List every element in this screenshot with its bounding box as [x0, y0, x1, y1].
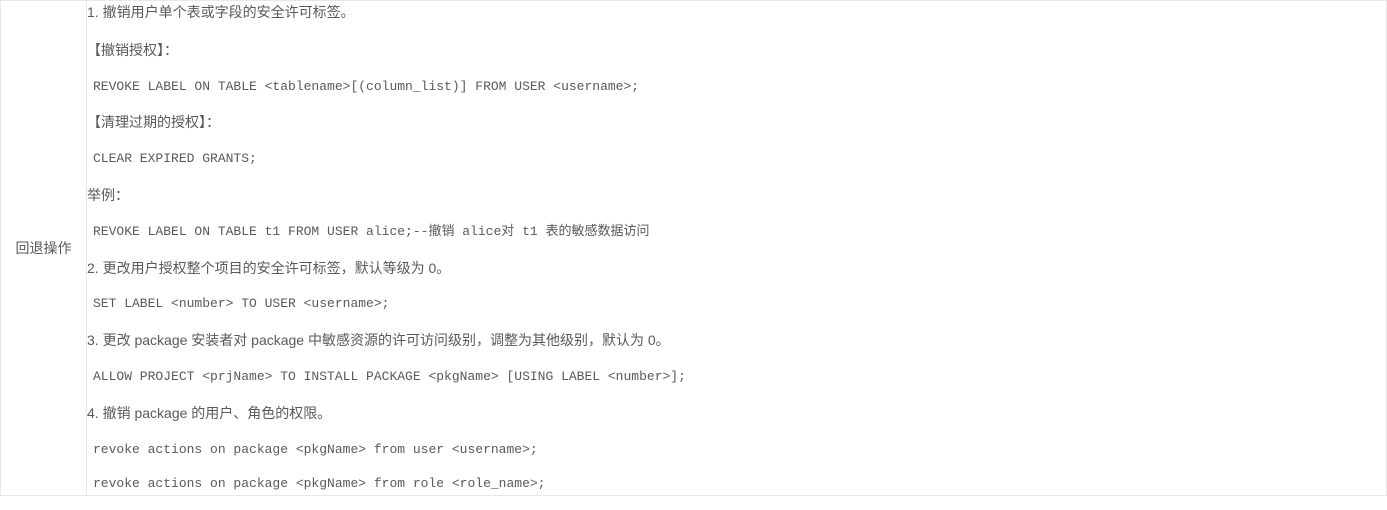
step-4-title: 4. 撤销 package 的用户、角色的权限。 [87, 402, 1386, 426]
row-label: 回退操作 [16, 240, 72, 256]
row-content-cell: 1. 撤销用户单个表或字段的安全许可标签。 【撤销授权】： REVOKE LAB… [87, 1, 1387, 496]
row-label-cell: 回退操作 [1, 1, 87, 496]
revoke-label-syntax: REVOKE LABEL ON TABLE <tablename>[(colum… [87, 77, 1386, 98]
revoke-package-role-syntax: revoke actions on package <pkgName> from… [87, 474, 1386, 495]
table-row: 回退操作 1. 撤销用户单个表或字段的安全许可标签。 【撤销授权】： REVOK… [1, 1, 1387, 496]
doc-table: 回退操作 1. 撤销用户单个表或字段的安全许可标签。 【撤销授权】： REVOK… [0, 0, 1387, 496]
revoke-auth-heading: 【撤销授权】： [87, 39, 1386, 63]
step-3-title: 3. 更改 package 安装者对 package 中敏感资源的许可访问级别，… [87, 329, 1386, 353]
revoke-package-user-syntax: revoke actions on package <pkgName> from… [87, 440, 1386, 461]
clear-expired-syntax: CLEAR EXPIRED GRANTS; [87, 149, 1386, 170]
allow-project-syntax: ALLOW PROJECT <prjName> TO INSTALL PACKA… [87, 367, 1386, 388]
example-heading: 举例： [87, 184, 1386, 208]
set-label-syntax: SET LABEL <number> TO USER <username>; [87, 294, 1386, 315]
step-2-title: 2. 更改用户授权整个项目的安全许可标签，默认等级为 0。 [87, 257, 1386, 281]
revoke-label-example: REVOKE LABEL ON TABLE t1 FROM USER alice… [87, 222, 1386, 243]
step-1-title: 1. 撤销用户单个表或字段的安全许可标签。 [87, 1, 1386, 25]
clear-expired-heading: 【清理过期的授权】： [87, 111, 1386, 135]
